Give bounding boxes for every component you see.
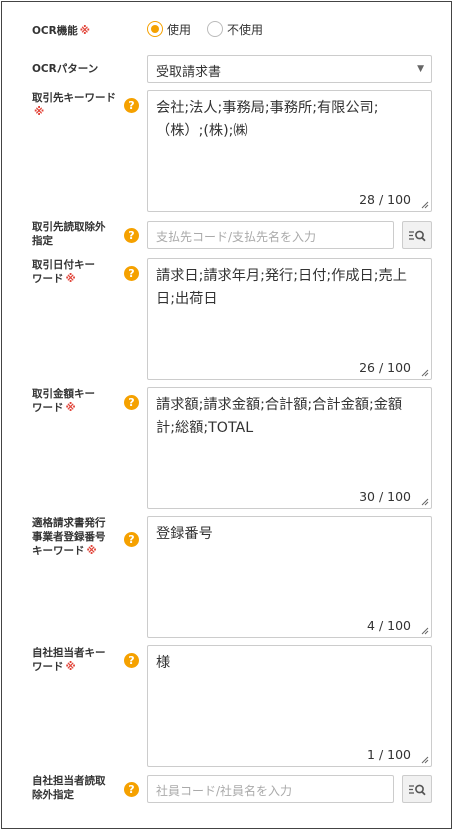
resize-grip-icon[interactable] [419,754,429,764]
registration-number-keyword-char-count: 4 / 100 [367,618,411,633]
amount-keyword-char-count: 30 / 100 [359,489,411,504]
vendor-search-button[interactable] [402,221,432,249]
registration-number-keyword-label: 適格請求書発行 事業者登録番号 キーワード ※ [32,517,106,557]
date-keyword-char-count: 26 / 100 [359,360,411,375]
required-mark: ※ [79,25,90,37]
question-circle-icon[interactable]: ? [124,228,139,243]
required-mark: ※ [65,273,76,285]
resize-grip-icon[interactable] [419,496,429,506]
ocr-pattern-select[interactable]: 受取請求書 ▼ [147,55,432,83]
ocr-function-label: OCR機能 ※ [32,25,90,37]
question-circle-icon[interactable]: ? [124,782,139,797]
vendor-keyword-value: 会社;法人;事務局;事務所;有限公司; （株）;(株);㈱ [156,100,379,139]
registration-number-keyword-value: 登録番号 [156,526,213,542]
vendor-keyword-char-count: 28 / 100 [359,192,411,207]
vendor-keyword-textarea[interactable]: 会社;法人;事務局;事務所;有限公司; （株）;(株);㈱ 28 / 100 [147,90,432,212]
staff-keyword-char-count: 1 / 100 [367,747,411,762]
date-keyword-label: 取引日付キー ワード ※ [32,259,95,285]
radio-selected-icon [147,21,163,37]
ocr-pattern-value: 受取請求書 [156,65,222,80]
resize-grip-icon[interactable] [419,625,429,635]
question-circle-icon[interactable]: ? [124,532,139,547]
date-keyword-textarea[interactable]: 請求日;請求年月;発行;日付;作成日;売上 日;出荷日 26 / 100 [147,258,432,380]
staff-keyword-textarea[interactable]: 様 1 / 100 [147,645,432,767]
staff-search-button[interactable] [402,775,432,803]
chevron-down-icon: ▼ [417,64,424,74]
required-mark: ※ [65,402,76,414]
question-circle-icon[interactable]: ? [124,395,139,410]
amount-keyword-textarea[interactable]: 請求額;請求金額;合計額;合計金額;金額 計;総額;TOTAL 30 / 100 [147,387,432,509]
ocr-settings-panel: OCR機能 ※ 使用 不使用 OCRパターン 受取請求書 ▼ 取引先キーワード※ … [1,1,452,829]
question-circle-icon[interactable]: ? [124,653,139,668]
required-mark: ※ [65,661,76,673]
vendor-exclusion-placeholder: 支払先コード/支払先名を入力 [156,230,317,244]
radio-unselected-icon [207,21,223,37]
vendor-exclusion-input[interactable]: 支払先コード/支払先名を入力 [147,221,394,249]
question-circle-icon[interactable]: ? [124,266,139,281]
staff-exclusion-input[interactable]: 社員コード/社員名を入力 [147,775,394,803]
question-circle-icon[interactable]: ? [124,98,139,113]
staff-keyword-label: 自社担当者キー ワード ※ [32,647,106,673]
vendor-exclusion-label: 取引先読取除外 指定 [32,221,106,247]
required-mark: ※ [86,545,97,557]
date-keyword-value: 請求日;請求年月;発行;日付;作成日;売上 日;出荷日 [156,268,407,307]
vendor-keyword-label: 取引先キーワード※ [32,92,116,118]
staff-exclusion-placeholder: 社員コード/社員名を入力 [156,784,293,798]
amount-keyword-label: 取引金額キー ワード ※ [32,388,95,414]
list-search-icon [409,230,426,242]
list-search-icon [409,784,426,796]
staff-keyword-value: 様 [156,655,171,671]
amount-keyword-value: 請求額;請求金額;合計額;合計金額;金額 計;総額;TOTAL [156,397,403,436]
required-mark: ※ [34,106,45,118]
registration-number-keyword-textarea[interactable]: 登録番号 4 / 100 [147,516,432,638]
resize-grip-icon[interactable] [419,367,429,377]
staff-exclusion-label: 自社担当者読取 除外指定 [32,775,106,801]
ocr-pattern-label: OCRパターン [32,63,99,75]
resize-grip-icon[interactable] [419,199,429,209]
